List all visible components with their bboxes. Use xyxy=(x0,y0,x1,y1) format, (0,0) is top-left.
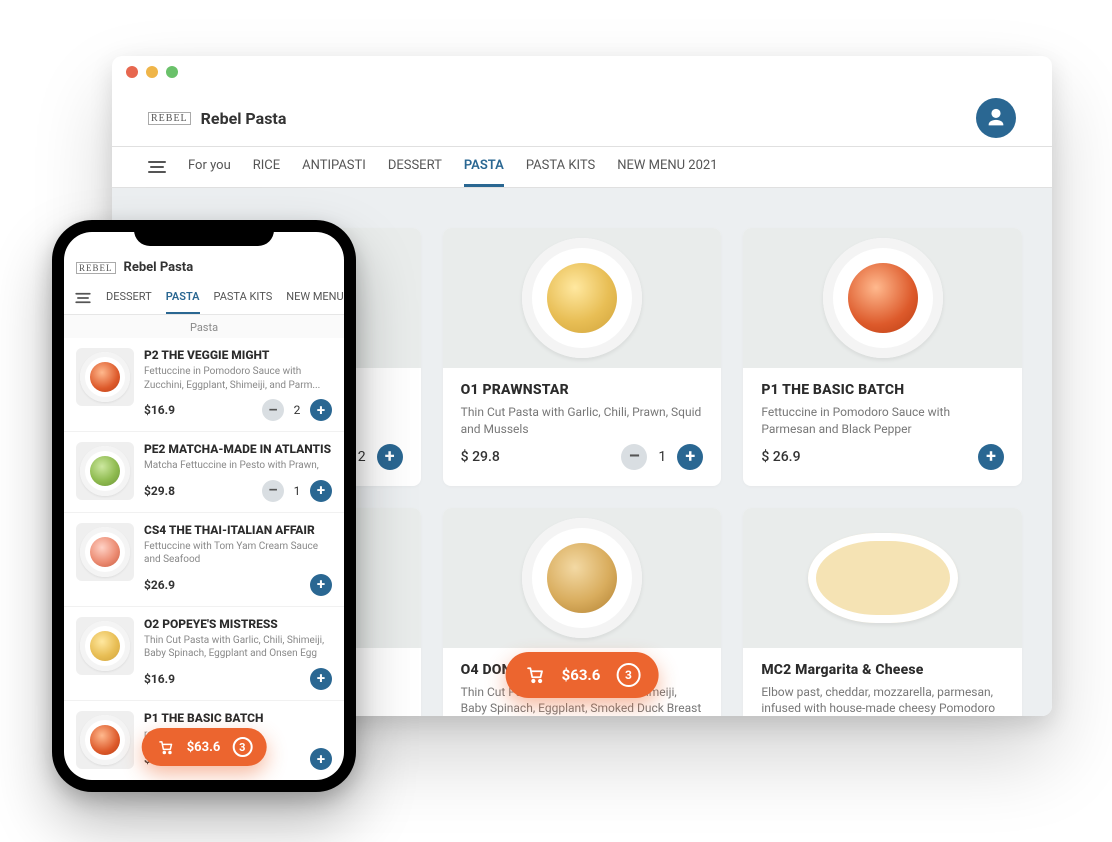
qty-plus-button[interactable]: + xyxy=(310,480,332,502)
dish-title: O2 POPEYE'S MISTRESS xyxy=(144,617,332,631)
dish-desc: Fettuccine with Tom Yam Cream Sauce and … xyxy=(144,540,332,567)
phone-tabs: DESSERT PASTA PASTA KITS NEW MENU 2 xyxy=(64,281,344,315)
menu-icon[interactable] xyxy=(75,292,90,302)
dish-price: $16.9 xyxy=(144,403,175,417)
tab-dessert[interactable]: DESSERT xyxy=(106,281,152,315)
cart-total: $63.6 xyxy=(562,666,601,684)
qty-plus-button[interactable]: + xyxy=(677,444,703,470)
qty-plus-button[interactable]: + xyxy=(978,444,1004,470)
qty-plus-button[interactable]: + xyxy=(310,574,332,596)
dish-image xyxy=(76,442,134,500)
dish-image xyxy=(443,508,722,648)
dish-price: $16.9 xyxy=(144,672,175,686)
brand-logo: REBEL xyxy=(148,112,191,125)
cart-icon xyxy=(158,740,175,755)
dish-price: $ 26.9 xyxy=(761,449,800,465)
window-minimize-button[interactable] xyxy=(146,66,158,78)
qty-plus-button[interactable]: + xyxy=(310,748,332,770)
dish-desc: Matcha Fettuccine in Pesto with Prawn, xyxy=(144,459,332,473)
menu-card[interactable]: P1 THE BASIC BATCH Fettuccine in Pomodoro… xyxy=(743,228,1022,486)
qty-value: 2 xyxy=(292,403,302,417)
dish-price: $29.8 xyxy=(144,484,175,498)
dish-title: P1 THE BASIC BATCH xyxy=(144,711,332,725)
brand: REBEL Rebel Pasta xyxy=(148,109,286,128)
window-maximize-button[interactable] xyxy=(166,66,178,78)
desktop-tabs: For you RICE ANTIPASTI DESSERT PASTA PASTA KI… xyxy=(112,146,1052,188)
qty-minus-button[interactable]: – xyxy=(262,480,284,502)
dish-desc: Thin Cut Pasta with Garlic, Chili, Shime… xyxy=(144,634,332,661)
cart-count-badge: 3 xyxy=(616,663,640,687)
phone-header: REBEL Rebel Pasta xyxy=(64,232,344,281)
menu-icon[interactable] xyxy=(148,161,166,173)
tab-for-you[interactable]: For you xyxy=(188,147,231,187)
user-icon xyxy=(985,107,1007,129)
dish-desc: Fettuccine in Pomodoro Sauce with Zucchi… xyxy=(144,365,332,392)
tab-pasta-kits[interactable]: PASTA KITS xyxy=(526,147,595,187)
tab-pasta[interactable]: PASTA xyxy=(166,281,200,315)
dish-image xyxy=(743,508,1022,648)
tab-dessert[interactable]: DESSERT xyxy=(388,147,442,187)
window-titlebar xyxy=(112,56,1052,80)
section-label: Pasta xyxy=(64,315,344,338)
cart-total: $63.6 xyxy=(187,740,221,755)
list-item[interactable]: O2 POPEYE'S MISTRESS Thin Cut Pasta with … xyxy=(64,607,344,701)
desktop-header: REBEL Rebel Pasta xyxy=(112,80,1052,146)
qty-value: 1 xyxy=(657,449,667,465)
qty-plus-button[interactable]: + xyxy=(310,668,332,690)
dish-desc: Elbow past, cheddar, mozzarella, parmesa… xyxy=(761,684,1004,716)
list-item[interactable]: P2 THE VEGGIE MIGHT Fettuccine in Pomodor… xyxy=(64,338,344,432)
dish-desc: Fettuccine in Pomodoro Sauce with Parmes… xyxy=(761,404,1004,438)
dish-image xyxy=(76,523,134,581)
list-item[interactable]: PE2 MATCHA-MADE IN ATLANTIS Matcha Fettuc… xyxy=(64,432,344,513)
brand-name: Rebel Pasta xyxy=(124,260,194,275)
brand-logo: REBEL xyxy=(76,262,116,274)
qty-plus-button[interactable]: + xyxy=(377,444,403,470)
tab-new-menu-2[interactable]: NEW MENU 2 xyxy=(286,281,344,315)
dish-image xyxy=(76,348,134,406)
tab-new-menu-2021[interactable]: NEW MENU 2021 xyxy=(617,147,717,187)
qty-value: 1 xyxy=(292,484,302,498)
qty-value: 2 xyxy=(357,449,367,465)
dish-title: PE2 MATCHA-MADE IN ATLANTIS xyxy=(144,442,332,456)
tab-antipasti[interactable]: ANTIPASTI xyxy=(302,147,366,187)
window-close-button[interactable] xyxy=(126,66,138,78)
cart-button[interactable]: $63.6 3 xyxy=(506,652,659,698)
menu-card[interactable]: MC2 Margarita & Cheese Elbow past, chedda… xyxy=(743,508,1022,716)
dish-price: $26.9 xyxy=(144,578,175,592)
dish-title: P1 THE BASIC BATCH xyxy=(761,382,1004,398)
dish-title: CS4 THE THAI-ITALIAN AFFAIR xyxy=(144,523,332,537)
dish-image xyxy=(76,617,134,675)
dish-desc: Thin Cut Pasta with Garlic, Chili, Prawn… xyxy=(461,404,704,438)
qty-plus-button[interactable]: + xyxy=(310,399,332,421)
brand-name: Rebel Pasta xyxy=(201,109,287,128)
phone-screen: REBEL Rebel Pasta DESSERT PASTA PASTA KITS… xyxy=(64,232,344,780)
dish-image xyxy=(443,228,722,368)
tab-pasta[interactable]: PASTA xyxy=(464,147,504,187)
qty-minus-button[interactable]: – xyxy=(621,444,647,470)
user-avatar[interactable] xyxy=(976,98,1016,138)
menu-card[interactable]: O1 PRAWNSTAR Thin Cut Pasta with Garlic, … xyxy=(443,228,722,486)
list-item[interactable]: CS4 THE THAI-ITALIAN AFFAIR Fettuccine wi… xyxy=(64,513,344,607)
tab-rice[interactable]: RICE xyxy=(253,147,280,187)
phone-device: REBEL Rebel Pasta DESSERT PASTA PASTA KITS… xyxy=(52,220,356,792)
dish-title: MC2 Margarita & Cheese xyxy=(761,662,1004,678)
cart-icon xyxy=(526,666,546,684)
qty-minus-button[interactable]: – xyxy=(262,399,284,421)
tab-pasta-kits[interactable]: PASTA KITS xyxy=(214,281,273,315)
cart-button[interactable]: $63.6 3 xyxy=(142,728,267,766)
dish-image xyxy=(743,228,1022,368)
dish-image xyxy=(76,711,134,769)
dish-title: O1 PRAWNSTAR xyxy=(461,382,704,398)
cart-count-badge: 3 xyxy=(232,737,252,757)
dish-price: $ 29.8 xyxy=(461,449,500,465)
dish-title: P2 THE VEGGIE MIGHT xyxy=(144,348,332,362)
